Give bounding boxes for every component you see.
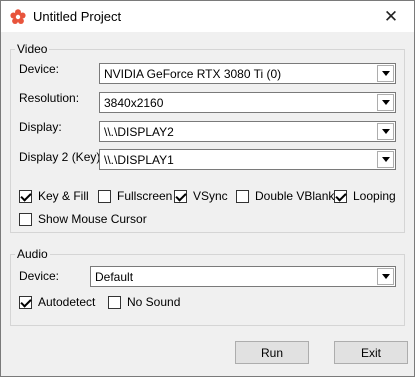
audio-legend: Audio [15,247,50,261]
resolution-value: 3840x2160 [104,96,164,110]
vsync-checkbox[interactable]: VSync [174,189,228,203]
project-window: Untitled Project ✕ Video Device: NVIDIA … [0,0,415,377]
checkbox-box[interactable] [19,212,32,226]
no-sound-label: No Sound [127,295,181,309]
autodetect-checkbox[interactable]: Autodetect [19,295,95,309]
window-title: Untitled Project [33,9,122,24]
checkbox-box[interactable] [19,189,32,203]
exit-button[interactable]: Exit [334,341,408,364]
looping-checkbox[interactable]: Looping [334,189,396,203]
audio-group: Audio [10,247,405,326]
audio-device-label: Device: [19,269,60,283]
show-mouse-cursor-checkbox[interactable]: Show Mouse Cursor [19,212,147,226]
video-legend: Video [15,42,50,56]
no-sound-checkbox[interactable]: No Sound [108,295,180,309]
chevron-down-icon[interactable] [377,94,394,111]
looping-label: Looping [353,189,396,203]
display2-value: \\.\DISPLAY1 [104,153,174,167]
display-label: Display: [19,120,62,134]
checkbox-box[interactable] [236,189,249,203]
chevron-down-icon[interactable] [377,151,394,168]
checkbox-box[interactable] [19,295,32,309]
checkbox-box[interactable] [108,295,121,309]
video-device-value: NVIDIA GeForce RTX 3080 Ti (0) [104,67,282,81]
autodetect-label: Autodetect [38,295,96,309]
video-device-select[interactable]: NVIDIA GeForce RTX 3080 Ti (0) [99,63,396,84]
checkbox-box[interactable] [98,189,111,203]
display2-label: Display 2 (Key): [19,150,104,164]
key-fill-checkbox[interactable]: Key & Fill [19,189,89,203]
chevron-down-icon[interactable] [377,65,394,82]
fullscreen-label: Fullscreen [117,189,173,203]
checkbox-box[interactable] [334,189,347,203]
close-icon: ✕ [383,7,399,26]
display-select[interactable]: \\.\DISPLAY2 [99,121,396,142]
title-bar[interactable]: Untitled Project ✕ [1,1,414,32]
double-vblank-checkbox[interactable]: Double VBlank [236,189,334,203]
vsync-label: VSync [193,189,228,203]
display-value: \\.\DISPLAY2 [104,125,174,139]
chevron-down-icon[interactable] [377,268,394,285]
double-vblank-label: Double VBlank [255,189,335,203]
checkbox-box[interactable] [174,189,187,203]
resolution-label: Resolution: [19,91,80,105]
close-button[interactable]: ✕ [368,1,414,32]
audio-device-value: Default [95,270,134,284]
video-device-label: Device: [19,62,60,76]
key-fill-label: Key & Fill [38,189,89,203]
audio-device-select[interactable]: Default [90,266,396,287]
fullscreen-checkbox[interactable]: Fullscreen [98,189,172,203]
chevron-down-icon[interactable] [377,123,394,140]
show-mouse-cursor-label: Show Mouse Cursor [38,212,147,226]
display2-select[interactable]: \\.\DISPLAY1 [99,149,396,170]
resolution-select[interactable]: 3840x2160 [99,92,396,113]
gear-flower-icon [10,9,26,24]
run-button[interactable]: Run [235,341,309,364]
